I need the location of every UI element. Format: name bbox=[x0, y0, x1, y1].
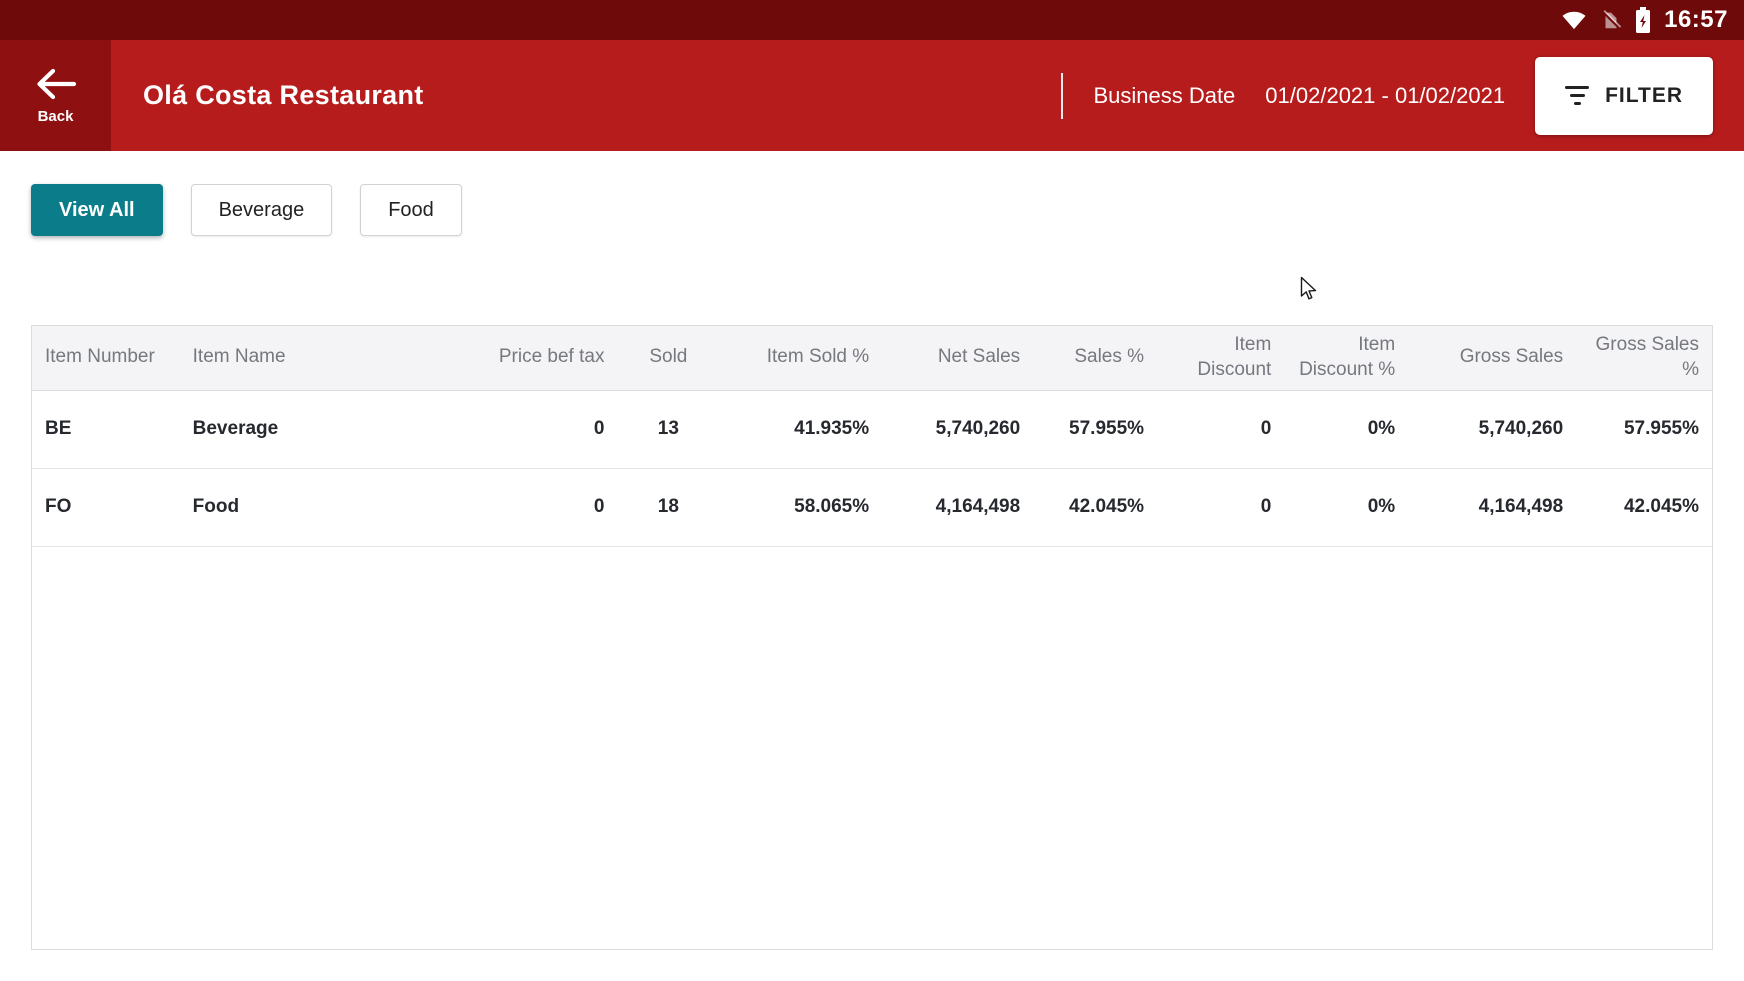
sales-table: Item NumberItem NamePrice bef taxSoldIte… bbox=[32, 326, 1712, 547]
table-head-row: Item NumberItem NamePrice bef taxSoldIte… bbox=[32, 326, 1712, 390]
table-cell: 41.935% bbox=[719, 390, 882, 468]
table-cell: 0% bbox=[1284, 468, 1408, 546]
table-cell: 0% bbox=[1284, 390, 1408, 468]
table-cell: FO bbox=[32, 468, 180, 546]
table-cell: BE bbox=[32, 390, 180, 468]
column-header: Gross Sales % bbox=[1576, 326, 1712, 390]
filter-chip-beverage[interactable]: Beverage bbox=[191, 184, 333, 236]
table-cell: 13 bbox=[617, 390, 719, 468]
table-row[interactable]: FOFood01858.065%4,164,49842.045%00%4,164… bbox=[32, 468, 1712, 546]
back-arrow-icon bbox=[34, 67, 78, 106]
filter-button[interactable]: FILTER bbox=[1535, 57, 1713, 135]
column-header: Item Discount bbox=[1157, 326, 1284, 390]
app-bar: Back Olá Costa Restaurant Business Date … bbox=[0, 40, 1744, 151]
table-cell: 4,164,498 bbox=[882, 468, 1033, 546]
header-divider bbox=[1061, 73, 1063, 119]
table-cell: 4,164,498 bbox=[1408, 468, 1576, 546]
column-header: Sales % bbox=[1033, 326, 1157, 390]
column-header: Item Number bbox=[32, 326, 180, 390]
category-filter-bar: View All Beverage Food bbox=[0, 151, 1744, 236]
table-cell: Food bbox=[180, 468, 465, 546]
filter-button-label: FILTER bbox=[1605, 84, 1683, 108]
sales-table-card: Item NumberItem NamePrice bef taxSoldIte… bbox=[31, 325, 1713, 950]
business-date-label: Business Date bbox=[1093, 83, 1235, 109]
table-row[interactable]: BEBeverage01341.935%5,740,26057.955%00%5… bbox=[32, 390, 1712, 468]
filter-icon bbox=[1565, 86, 1589, 105]
mouse-cursor bbox=[1300, 276, 1318, 307]
table-cell: 42.045% bbox=[1576, 468, 1712, 546]
table-cell: 57.955% bbox=[1576, 390, 1712, 468]
back-button[interactable]: Back bbox=[0, 40, 111, 151]
table-cell: 42.045% bbox=[1033, 468, 1157, 546]
table-cell: Beverage bbox=[180, 390, 465, 468]
wifi-icon bbox=[1561, 9, 1587, 31]
no-sim-icon bbox=[1600, 9, 1622, 31]
filter-chip-food[interactable]: Food bbox=[360, 184, 462, 236]
column-header: Item Sold % bbox=[719, 326, 882, 390]
column-header: Item Name bbox=[180, 326, 465, 390]
status-bar: 16:57 bbox=[0, 0, 1744, 40]
table-cell: 5,740,260 bbox=[882, 390, 1033, 468]
table-cell: 58.065% bbox=[719, 468, 882, 546]
table-cell: 0 bbox=[1157, 390, 1284, 468]
app-bar-right: Business Date 01/02/2021 - 01/02/2021 FI… bbox=[1061, 40, 1744, 151]
filter-chip-view-all[interactable]: View All bbox=[31, 184, 163, 236]
table-cell: 0 bbox=[465, 390, 618, 468]
table-cell: 0 bbox=[1157, 468, 1284, 546]
table-cell: 0 bbox=[465, 468, 618, 546]
column-header: Sold bbox=[617, 326, 719, 390]
column-header: Net Sales bbox=[882, 326, 1033, 390]
table-body: BEBeverage01341.935%5,740,26057.955%00%5… bbox=[32, 390, 1712, 546]
status-time: 16:57 bbox=[1664, 6, 1728, 34]
business-date-range: 01/02/2021 - 01/02/2021 bbox=[1265, 83, 1505, 109]
back-button-label: Back bbox=[38, 108, 74, 125]
page-title: Olá Costa Restaurant bbox=[143, 80, 424, 111]
column-header: Gross Sales bbox=[1408, 326, 1576, 390]
table-cell: 5,740,260 bbox=[1408, 390, 1576, 468]
table-cell: 18 bbox=[617, 468, 719, 546]
battery-charging-icon bbox=[1635, 7, 1651, 33]
column-header: Item Discount % bbox=[1284, 326, 1408, 390]
column-header: Price bef tax bbox=[465, 326, 618, 390]
table-cell: 57.955% bbox=[1033, 390, 1157, 468]
